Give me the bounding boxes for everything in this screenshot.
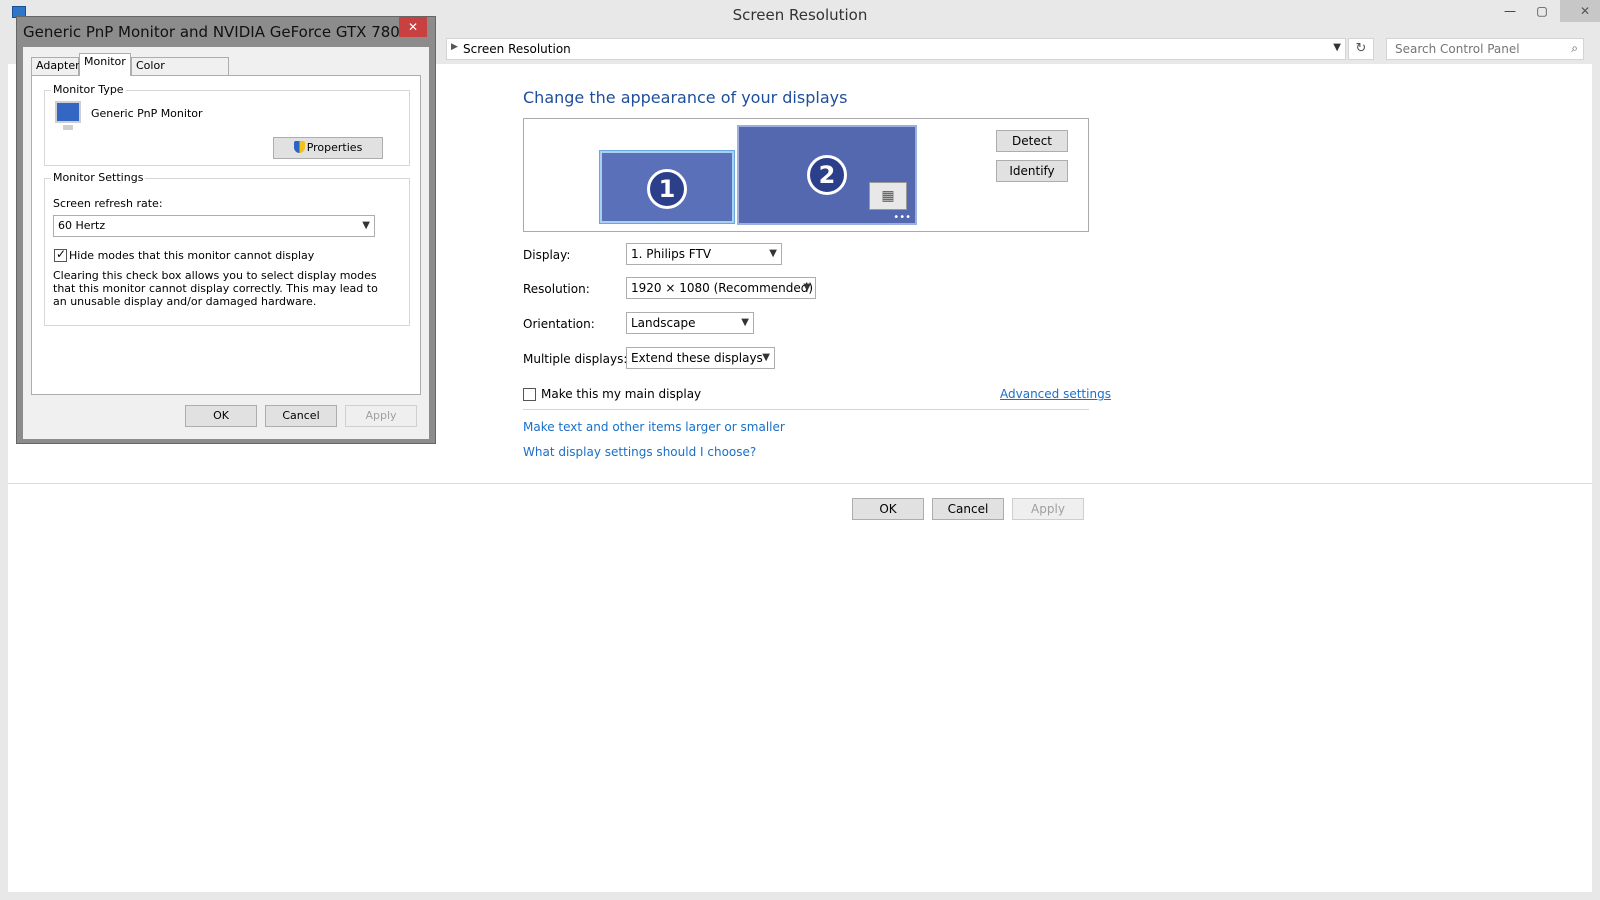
address-dropdown-icon[interactable]: ▼ — [1333, 42, 1341, 53]
tab-adapter[interactable]: Adapter — [31, 57, 80, 75]
display-select[interactable]: 1. Philips FTV ▼ — [626, 243, 782, 265]
page-heading: Change the appearance of your displays — [523, 88, 848, 107]
multiple-displays-value: Extend these displays — [631, 351, 763, 365]
breadcrumb-screen-resolution[interactable]: Screen Resolution — [463, 42, 571, 56]
orientation-value: Landscape — [631, 316, 696, 330]
resolution-label: Resolution: — [523, 282, 590, 296]
monitor-2-number: 2 — [807, 155, 847, 195]
monitor-icon — [55, 101, 81, 130]
refresh-rate-value: 60 Hertz — [58, 219, 106, 232]
dialog-apply-button[interactable]: Apply — [345, 405, 417, 427]
identify-button[interactable]: Identify — [996, 160, 1068, 182]
monitor-tab-panel: Monitor Type Generic PnP Monitor Propert… — [31, 75, 421, 395]
dialog-ok-button[interactable]: OK — [185, 405, 257, 427]
breadcrumb-arrow-icon[interactable]: ▶ — [451, 42, 458, 52]
chevron-down-icon: ▼ — [762, 352, 770, 363]
tab-monitor[interactable]: Monitor — [79, 53, 131, 76]
text-size-link[interactable]: Make text and other items larger or smal… — [523, 420, 785, 434]
refresh-rate-label: Screen refresh rate: — [53, 197, 163, 210]
hide-modes-note: Clearing this check box allows you to se… — [53, 269, 378, 308]
hide-modes-checkbox[interactable] — [54, 247, 67, 262]
monitor-2[interactable]: 2 ▦ ••• — [737, 125, 917, 225]
resolution-value: 1920 × 1080 (Recommended) — [631, 281, 814, 295]
detect-button[interactable]: Detect — [996, 130, 1068, 152]
dialog-cancel-button[interactable]: Cancel — [265, 405, 337, 427]
chevron-down-icon: ▼ — [741, 317, 749, 328]
chevron-down-icon: ▼ — [769, 248, 777, 259]
refresh-icon[interactable]: ↻ — [1348, 38, 1374, 60]
multiple-displays-label: Multiple displays: — [523, 352, 628, 366]
dialog-body: Adapter Monitor Color Management Monitor… — [23, 47, 429, 439]
display-value: 1. Philips FTV — [631, 247, 712, 261]
more-dots-icon: ••• — [893, 212, 911, 223]
what-settings-link[interactable]: What display settings should I choose? — [523, 445, 756, 459]
advanced-settings-link[interactable]: Advanced settings — [1000, 387, 1111, 401]
chevron-down-icon: ▼ — [362, 220, 370, 231]
divider — [523, 409, 1089, 410]
close-button[interactable]: ✕ — [1560, 0, 1600, 22]
shield-icon — [293, 141, 305, 153]
monitor-1[interactable]: 1 — [599, 150, 735, 224]
search-box[interactable]: ⌕ — [1386, 38, 1584, 60]
tab-color-management[interactable]: Color Management — [131, 57, 229, 88]
monitor-type-title: Monitor Type — [51, 83, 126, 96]
maximize-button[interactable]: ▢ — [1528, 0, 1556, 22]
monitor-properties-dialog: Generic PnP Monitor and NVIDIA GeForce G… — [16, 16, 436, 444]
properties-button[interactable]: Properties — [273, 137, 383, 159]
orientation-label: Orientation: — [523, 317, 595, 331]
main-display-checkbox[interactable] — [523, 388, 536, 401]
monitor-name: Generic PnP Monitor — [91, 107, 203, 120]
search-icon[interactable]: ⌕ — [1571, 41, 1578, 56]
dialog-close-icon[interactable]: ✕ — [399, 17, 427, 37]
keyboard-icon: ▦ — [869, 182, 907, 210]
search-input[interactable] — [1387, 39, 1557, 59]
orientation-select[interactable]: Landscape ▼ — [626, 312, 754, 334]
apply-button[interactable]: Apply — [1012, 498, 1084, 520]
monitor-settings-group: Monitor Settings Screen refresh rate: 60… — [44, 171, 410, 326]
display-arrangement: 1 2 ▦ ••• Detect Identify — [523, 118, 1089, 232]
monitor-settings-title: Monitor Settings — [51, 171, 146, 184]
chevron-down-icon: ▼ — [803, 282, 811, 293]
address-box[interactable]: ▶ Screen Resolution ▼ — [446, 38, 1346, 60]
properties-label: Properties — [306, 141, 363, 154]
main-display-label: Make this my main display — [541, 387, 702, 401]
hide-modes-label: Hide modes that this monitor cannot disp… — [69, 249, 315, 262]
monitor-type-group: Monitor Type Generic PnP Monitor Propert… — [44, 83, 410, 166]
cancel-button[interactable]: Cancel — [932, 498, 1004, 520]
ok-button[interactable]: OK — [852, 498, 924, 520]
multiple-displays-select[interactable]: Extend these displays ▼ — [626, 347, 775, 369]
minimize-button[interactable]: — — [1496, 0, 1524, 22]
display-label: Display: — [523, 248, 571, 262]
resolution-select[interactable]: 1920 × 1080 (Recommended) ▼ — [626, 277, 816, 299]
monitor-1-number: 1 — [647, 169, 687, 209]
dialog-title: Generic PnP Monitor and NVIDIA GeForce G… — [23, 23, 403, 41]
refresh-rate-select[interactable]: 60 Hertz ▼ — [53, 215, 375, 237]
